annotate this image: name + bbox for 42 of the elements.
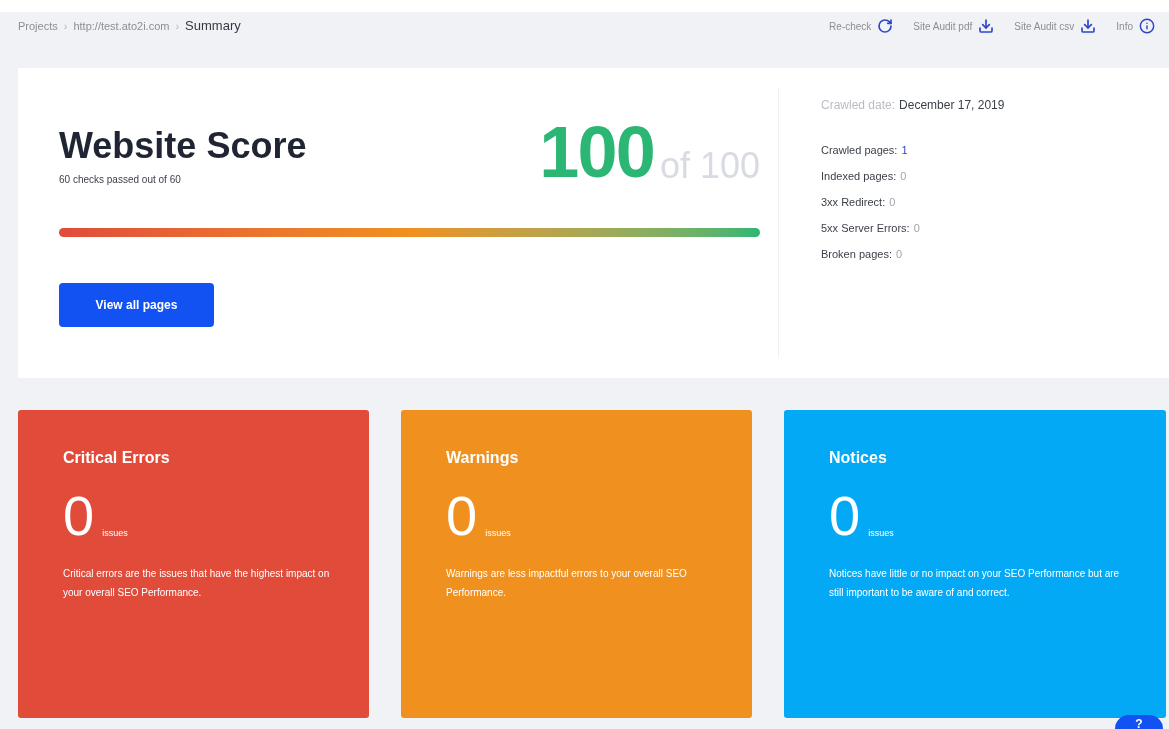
score-title: Website Score xyxy=(59,128,307,164)
toolbar-action[interactable]: Info xyxy=(1116,18,1155,34)
crawled-date: December 17, 2019 xyxy=(899,97,1005,114)
checks-summary: 60 checks passed out of 60 xyxy=(59,173,182,187)
toolbar-action[interactable]: Site Audit csv xyxy=(1014,18,1097,34)
breadcrumb-separator: › xyxy=(63,18,68,34)
crawled-date-label: Crawled date: xyxy=(821,97,896,114)
issue-unit: issues xyxy=(485,526,511,540)
stat-label: 5xx Server Errors: xyxy=(821,220,910,236)
breadcrumb-item[interactable]: Summary xyxy=(185,16,241,36)
help-button[interactable]: ? xyxy=(1115,715,1163,729)
stat-label: Broken pages: xyxy=(821,246,892,262)
refresh-icon xyxy=(877,18,894,34)
issue-count: 0 xyxy=(829,488,861,544)
download-icon xyxy=(978,18,995,34)
issue-unit: issues xyxy=(868,526,894,540)
info-icon xyxy=(1139,18,1155,34)
view-all-pages-button[interactable]: View all pages xyxy=(59,283,214,327)
stat-value: 0 xyxy=(900,168,907,184)
issue-unit: issues xyxy=(102,526,128,540)
card-title: Notices xyxy=(829,448,888,468)
issue-count: 0 xyxy=(446,488,478,544)
stat-value: 0 xyxy=(895,246,903,262)
stat-value: 0 xyxy=(889,194,896,210)
issue-count: 0 xyxy=(63,488,95,544)
download-icon xyxy=(1080,18,1097,34)
breadcrumb-separator: › xyxy=(175,18,180,34)
card-description: Warnings are less impactful errors to your overall SEO Performance. xyxy=(446,567,688,600)
toolbar-action[interactable]: Site Audit pdf xyxy=(913,18,995,34)
stat-label: Crawled pages: xyxy=(821,142,898,158)
card-title: Warnings xyxy=(446,448,520,468)
card-description: Notices have little or no impact on your SEO Performance but are still important to be aware of and correct. xyxy=(829,567,1121,600)
card-description: Critical errors are the issues that have the highest impact on your overall SEO Performance. xyxy=(63,567,331,600)
toolbar-action[interactable]: Re-check xyxy=(829,18,894,34)
breadcrumb-item[interactable]: http://test.ato2i.com xyxy=(73,17,170,35)
stat-value: 0 xyxy=(913,220,920,236)
stat-value[interactable]: 1 xyxy=(901,141,908,159)
stat-label: Indexed pages: xyxy=(821,168,897,184)
score-value: 100 xyxy=(539,116,654,188)
stat-label: 3xx Redirect: xyxy=(821,194,886,210)
card-title: Critical Errors xyxy=(63,448,171,468)
breadcrumb-item[interactable]: Projects xyxy=(18,17,58,35)
